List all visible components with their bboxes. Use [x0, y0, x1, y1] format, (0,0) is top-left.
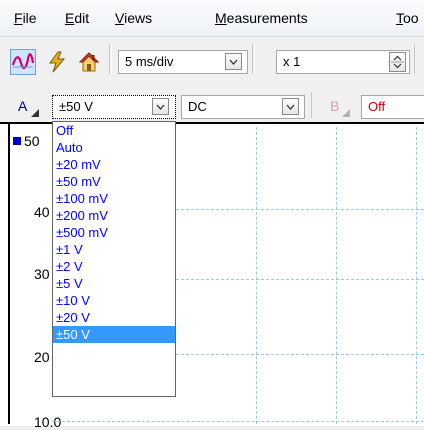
home-button[interactable] — [76, 49, 102, 75]
scope-axis — [8, 124, 10, 424]
channel-a-coupling-value: DC — [188, 99, 207, 114]
ytick-label: 30 — [34, 266, 50, 282]
zoom-spinner[interactable] — [389, 52, 406, 72]
channel-a-color-marker — [13, 137, 21, 145]
toolbar-separator — [111, 44, 112, 74]
menu-file[interactable]: File — [14, 0, 37, 36]
range-option[interactable]: ±1 V — [53, 241, 175, 258]
range-option[interactable]: ±10 V — [53, 292, 175, 309]
range-option[interactable]: ±2 V — [53, 258, 175, 275]
channel-b-probe-icon — [342, 109, 350, 117]
menu-file-rest: ile — [22, 10, 37, 26]
range-option[interactable]: ±20 V — [53, 309, 175, 326]
toolbar-separator — [311, 92, 312, 118]
toolbar-separator — [109, 44, 110, 74]
channel-b-range-select[interactable]: Off — [361, 95, 424, 119]
channel-a-range-dropdown-button[interactable] — [152, 98, 169, 115]
chevron-down-icon — [286, 104, 295, 110]
signal-generator-button[interactable] — [44, 49, 70, 75]
menu-measurements-rest: easurements — [226, 10, 308, 26]
lightning-icon — [49, 51, 66, 73]
menu-views[interactable]: Views — [115, 0, 152, 36]
channel-b-range-value: Off — [368, 99, 386, 114]
grid-line-vertical — [416, 127, 417, 424]
chevron-down-icon — [229, 59, 238, 65]
menu-tools-mnemonic: T — [396, 10, 403, 26]
channel-a-label: A — [18, 96, 27, 116]
grid-line-horizontal — [176, 279, 424, 280]
channel-a-letter: A — [18, 98, 28, 114]
range-option[interactable]: Auto — [53, 139, 175, 156]
range-option[interactable]: ±200 mV — [53, 207, 175, 224]
ytick-label: 10.0 — [34, 414, 62, 430]
range-option[interactable]: ±500 mV — [53, 224, 175, 241]
range-option[interactable]: ±5 V — [53, 275, 175, 292]
grid-line-horizontal — [176, 209, 424, 210]
range-option[interactable]: ±20 mV — [53, 156, 175, 173]
range-option[interactable]: ±50 mV — [53, 173, 175, 190]
grid-line-vertical — [256, 127, 257, 424]
ytick-label: 40 — [34, 204, 50, 220]
home-icon — [78, 52, 100, 72]
range-option[interactable]: ±100 mV — [53, 190, 175, 207]
menu-tools[interactable]: Too — [396, 0, 419, 36]
timebase-value: 5 ms/div — [125, 54, 174, 69]
menu-edit-mnemonic: E — [65, 10, 75, 26]
channel-a-coupling-dropdown-button[interactable] — [282, 98, 299, 115]
timebase-dropdown-button[interactable] — [225, 53, 242, 70]
toolbar-separator — [414, 44, 415, 74]
chevron-down-icon — [156, 104, 165, 110]
menu-views-rest: iews — [124, 10, 153, 26]
toolbar-separator — [252, 44, 253, 74]
menu-file-mnemonic: F — [14, 10, 23, 26]
menu-bar: File Edit Views Measurements Too — [0, 0, 424, 37]
ytick-label: 20 — [34, 349, 50, 365]
grid-line-horizontal — [52, 421, 424, 422]
channel-b-label: B — [330, 96, 339, 116]
spin-arrows-icon — [391, 55, 404, 69]
menu-edit-rest: dit — [74, 10, 90, 26]
channel-a-range-dropdown-list[interactable]: Off Auto ±20 mV ±50 mV ±100 mV ±200 mV ±… — [52, 121, 176, 397]
grid-line-vertical — [336, 127, 337, 424]
menu-tools-rest: oo — [403, 10, 419, 26]
ytick-label: 50 — [24, 133, 40, 149]
scope-mode-button[interactable] — [10, 49, 36, 75]
channel-a-probe-icon — [31, 109, 39, 117]
toolbar-separator — [254, 44, 255, 74]
menu-views-mnemonic: V — [115, 10, 125, 26]
menu-measurements[interactable]: Measurements — [215, 0, 308, 36]
channel-a-range-value: ±50 V — [59, 99, 93, 114]
grid-line-horizontal — [176, 354, 424, 355]
range-option[interactable]: Off — [53, 122, 175, 139]
channel-b-letter: B — [330, 98, 340, 114]
range-option-selected[interactable]: ±50 V — [53, 326, 175, 343]
scope-mode-icon — [12, 53, 34, 69]
menu-measurements-mnemonic: M — [215, 10, 227, 26]
zoom-value: x 1 — [283, 54, 301, 69]
menu-edit[interactable]: Edit — [65, 0, 89, 36]
